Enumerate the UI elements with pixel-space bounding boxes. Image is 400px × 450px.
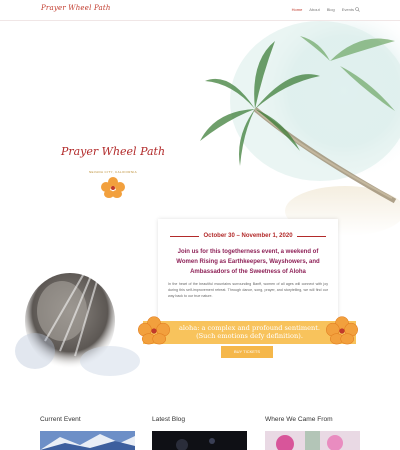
nav-item-about[interactable]: About — [309, 7, 319, 12]
nav-item-home[interactable]: Home — [292, 7, 303, 12]
hero-section: Prayer Wheel Path NEVADA CITY, CALIFORNI… — [0, 21, 400, 391]
hibiscus-left-icon — [138, 316, 170, 345]
featured-sections: Current Event Latest Blog Where We Came … — [40, 416, 360, 450]
date-row: October 30 – November 1, 2020 — [170, 233, 327, 239]
nav-item-blog[interactable]: Blog — [327, 7, 335, 12]
hibiscus-right-icon — [326, 316, 358, 345]
event-date: October 30 – November 1, 2020 — [203, 233, 293, 239]
section-title-current-event: Current Event — [40, 416, 81, 423]
divider-left — [170, 235, 200, 237]
event-card: October 30 – November 1, 2020 Join us fo… — [158, 219, 338, 322]
nav-item-events[interactable]: Events — [342, 7, 354, 12]
event-description: In the heart of the beautiful mountains … — [168, 282, 328, 298]
search-icon[interactable] — [355, 7, 360, 12]
brand-emblem: Prayer Wheel Path NEVADA CITY, CALIFORNI… — [52, 145, 174, 201]
buy-tickets-button[interactable]: BUY TICKETS — [221, 346, 273, 358]
divider-right — [296, 235, 327, 237]
current-event-thumbnail[interactable] — [40, 431, 135, 450]
site-header: Prayer Wheel Path Home About Blog Events — [0, 0, 400, 21]
emblem-subtitle: NEVADA CITY, CALIFORNIA — [88, 170, 138, 174]
emblem-title: Prayer Wheel Path — [60, 145, 166, 158]
latest-blog-thumbnail[interactable] — [152, 431, 247, 450]
section-title-where-we-came-from: Where We Came From — [265, 416, 333, 423]
section-title-latest-blog: Latest Blog — [152, 416, 185, 423]
hibiscus-icon — [101, 177, 125, 198]
where-we-came-from-thumbnail[interactable] — [265, 431, 360, 450]
main-nav: Home About Blog Events — [292, 7, 354, 12]
site-logo[interactable]: Prayer Wheel Path — [41, 4, 111, 12]
event-headline: Join us for this togetherness event, a w… — [176, 249, 320, 275]
